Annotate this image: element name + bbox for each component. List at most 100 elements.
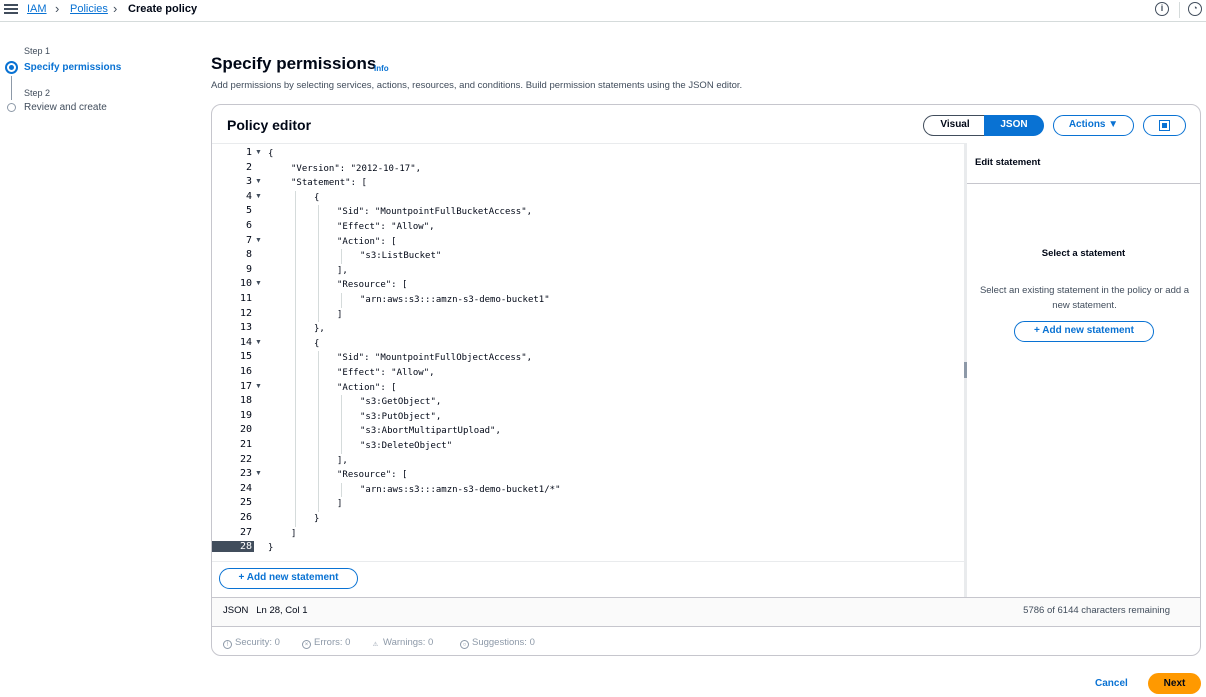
code-line[interactable]: 20 "s3:AbortMultipartUpload", — [212, 424, 964, 439]
cancel-button[interactable]: Cancel — [1095, 678, 1128, 689]
errors-tab[interactable]: × Errors: 0 — [302, 637, 350, 649]
side-panel-title: Edit statement — [975, 157, 1041, 168]
code-line[interactable]: 8 "s3:ListBucket" — [212, 249, 964, 264]
step-2-label: Step 2 — [24, 88, 51, 98]
code-line[interactable]: 11 "arn:aws:s3:::amzn-s3-demo-bucket1" — [212, 293, 964, 308]
code-line[interactable]: 5 "Sid": "MountpointFullBucketAccess", — [212, 205, 964, 220]
indent-guide — [341, 395, 342, 410]
errors-count: Errors: 0 — [314, 637, 351, 648]
fold-arrow-icon[interactable]: ▼ — [255, 193, 262, 200]
indent-guide — [318, 468, 319, 483]
code-line[interactable]: 10 ▼ "Resource": [ — [212, 278, 964, 293]
code-line[interactable]: 26} — [212, 512, 964, 527]
code-text: "s3:GetObject", — [360, 397, 442, 408]
info-circle-icon[interactable]: i — [1155, 2, 1169, 16]
indent-guide — [295, 263, 296, 279]
code-line[interactable]: 27] — [212, 527, 964, 542]
fold-arrow-icon[interactable]: ▼ — [255, 470, 262, 477]
line-number: 16 — [239, 366, 252, 377]
code-line[interactable]: 12] — [212, 307, 964, 323]
code-text: "Effect": "Allow", — [337, 222, 435, 232]
indent-guide — [295, 366, 296, 381]
indent-guide — [318, 234, 319, 250]
splitter-handle[interactable] — [964, 362, 967, 378]
visual-mode-button[interactable]: Visual — [923, 115, 986, 136]
info-link[interactable]: Info — [374, 64, 389, 73]
shield-icon: ! — [223, 640, 232, 649]
code-text: "arn:aws:s3:::amzn-s3-demo-bucket1/*" — [360, 484, 561, 495]
warnings-tab[interactable]: ⚠ Warnings: 0 — [371, 637, 434, 650]
suggestions-tab[interactable]: ○ Suggestions: 0 — [460, 637, 535, 649]
code-text: "s3:DeleteObject" — [360, 441, 453, 451]
json-mode-button[interactable]: JSON — [984, 115, 1044, 136]
breadcrumb-iam[interactable]: IAM — [27, 3, 47, 15]
fold-arrow-icon[interactable]: ▼ — [255, 339, 262, 346]
code-text: "Version": "2012-10-17", — [291, 163, 422, 174]
indent-guide — [318, 307, 319, 323]
code-line[interactable]: 22], — [212, 453, 964, 469]
security-tab[interactable]: ! Security: 0 — [223, 637, 280, 649]
fold-arrow-icon[interactable]: ▼ — [255, 178, 262, 185]
fold-arrow-icon[interactable]: ▼ — [255, 280, 262, 287]
step-1-title[interactable]: Specify permissions — [24, 62, 121, 73]
breadcrumb-policies[interactable]: Policies — [70, 3, 108, 15]
code-line[interactable]: 19 "s3:PutObject", — [212, 409, 964, 425]
code-text: "Resource": [ — [337, 280, 408, 291]
toggle-panel-icon[interactable] — [1143, 115, 1186, 136]
code-line[interactable]: 24 "arn:aws:s3:::amzn-s3-demo-bucket1/*" — [212, 482, 964, 498]
json-code-editor[interactable]: 1 ▼{2 "Version": "2012-10-17", 3 ▼ "Statement… — [212, 143, 964, 561]
code-line[interactable]: 13}, — [212, 322, 964, 337]
code-line[interactable]: 17 ▼ "Action": [ — [212, 380, 964, 396]
code-line[interactable]: 16 "Effect": "Allow", — [212, 366, 964, 381]
actions-dropdown-button[interactable]: Actions ▼ — [1053, 115, 1134, 136]
code-line[interactable]: 6 "Effect": "Allow", — [212, 220, 964, 235]
next-button[interactable]: Next — [1148, 673, 1201, 694]
line-number: 15 — [239, 351, 252, 363]
indent-guide — [295, 351, 296, 366]
line-number: 11 — [239, 293, 252, 304]
code-line[interactable]: 25] — [212, 497, 964, 512]
code-line[interactable]: 4 ▼ { — [212, 190, 964, 206]
fold-arrow-icon[interactable]: ▼ — [255, 149, 262, 156]
code-line[interactable]: 1 ▼ { — [212, 147, 964, 162]
indent-guide — [295, 293, 296, 308]
add-new-statement-button[interactable]: + Add new statement — [1014, 321, 1154, 342]
code-line[interactable]: 9], — [212, 263, 964, 279]
line-number: 26 — [239, 512, 252, 523]
code-line[interactable]: 7 ▼ "Action": [ — [212, 234, 964, 250]
clock-icon[interactable]: ◔ — [1188, 2, 1202, 16]
indent-guide — [295, 453, 296, 469]
indent-guide — [341, 439, 342, 454]
fold-arrow-icon[interactable]: ▼ — [255, 383, 262, 390]
code-line[interactable]: 3 ▼ "Statement": [ — [212, 176, 964, 191]
line-number: 9 — [245, 263, 252, 275]
line-number: 1 — [245, 147, 252, 158]
menu-icon[interactable] — [4, 2, 18, 16]
indent-guide — [318, 439, 319, 454]
code-line[interactable]: 21 "s3:DeleteObject" — [212, 439, 964, 454]
code-line[interactable]: 14 ▼ { — [212, 336, 964, 352]
indent-guide — [318, 366, 319, 381]
line-number: 4 — [245, 190, 252, 202]
step-current-icon — [5, 61, 18, 74]
code-line[interactable]: 28} — [212, 541, 964, 556]
line-number: 24 — [239, 482, 252, 494]
fold-arrow-icon[interactable]: ▼ — [255, 237, 262, 244]
add-new-statement-bottom-button[interactable]: + Add new statement — [219, 568, 358, 589]
indent-guide — [295, 424, 296, 439]
line-number: 5 — [245, 205, 252, 217]
code-line[interactable]: 18 "s3:GetObject", — [212, 395, 964, 410]
code-line[interactable]: 2 "Version": "2012-10-17", — [212, 162, 964, 177]
code-line[interactable]: 23 ▼ "Resource": [ — [212, 468, 964, 483]
warning-icon: ⚠ — [372, 642, 379, 648]
line-number: 13 — [239, 322, 252, 334]
line-number: 23 — [239, 468, 252, 480]
cursor-position: JSON Ln 28, Col 1 — [223, 605, 308, 616]
indent-guide — [318, 249, 319, 264]
line-number: 14 — [239, 336, 252, 348]
code-text: { — [314, 338, 320, 349]
line-number: 3 — [245, 176, 252, 188]
error-icon: × — [302, 640, 311, 649]
code-text: ], — [337, 455, 348, 466]
code-line[interactable]: 15 "Sid": "MountpointFullObjectAccess", — [212, 351, 964, 366]
